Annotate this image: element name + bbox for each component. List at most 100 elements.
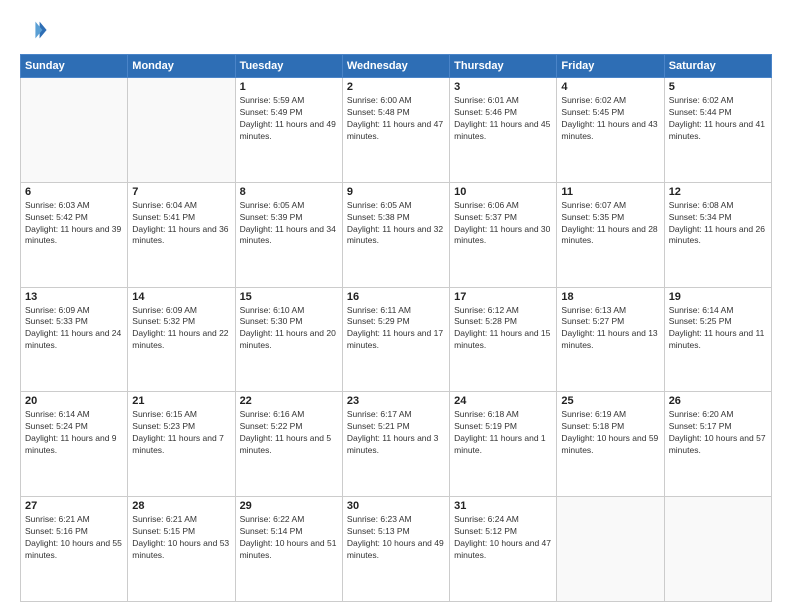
- day-number: 31: [454, 500, 552, 512]
- day-number: 5: [669, 81, 767, 93]
- day-number: 16: [347, 291, 445, 303]
- day-info: Sunrise: 6:11 AM Sunset: 5:29 PM Dayligh…: [347, 305, 445, 353]
- calendar-cell: 20Sunrise: 6:14 AM Sunset: 5:24 PM Dayli…: [21, 392, 128, 497]
- day-number: 17: [454, 291, 552, 303]
- day-number: 12: [669, 186, 767, 198]
- calendar-cell: 1 Sunrise: 5:59 AM Sunset: 5:49 PM Daylig…: [235, 78, 342, 183]
- day-number: 18: [561, 291, 659, 303]
- calendar-table: SundayMondayTuesdayWednesdayThursdayFrid…: [20, 54, 772, 602]
- calendar-cell: 29 Sunrise: 6:22 AM Sunset: 5:14 PM Dayli…: [235, 497, 342, 602]
- day-number: 6: [25, 186, 123, 198]
- calendar-cell: [664, 497, 771, 602]
- day-info: Sunrise: 6:24 AM Sunset: 5:12 PM Dayligh…: [454, 514, 552, 562]
- calendar-cell: 2Sunrise: 6:00 AM Sunset: 5:48 PM Daylig…: [342, 78, 449, 183]
- week-row-4: 20Sunrise: 6:14 AM Sunset: 5:24 PM Dayli…: [21, 392, 772, 497]
- weekday-header-sunday: Sunday: [21, 55, 128, 78]
- day-info: Sunrise: 6:02 AM Sunset: 5:44 PM Dayligh…: [669, 95, 767, 143]
- calendar-cell: 17 Sunrise: 6:12 AM Sunset: 5:28 PM Dayli…: [450, 287, 557, 392]
- calendar-cell: 8Sunrise: 6:05 AM Sunset: 5:39 PM Daylig…: [235, 182, 342, 287]
- calendar-cell: 16 Sunrise: 6:11 AM Sunset: 5:29 PM Dayli…: [342, 287, 449, 392]
- day-info: Sunrise: 6:04 AM Sunset: 5:41 PM Dayligh…: [132, 200, 230, 248]
- day-number: 10: [454, 186, 552, 198]
- day-number: 23: [347, 395, 445, 407]
- calendar-cell: 19 Sunrise: 6:14 AM Sunset: 5:25 PM Dayli…: [664, 287, 771, 392]
- day-number: 24: [454, 395, 552, 407]
- day-number: 3: [454, 81, 552, 93]
- calendar-cell: 24 Sunrise: 6:18 AM Sunset: 5:19 PM Dayli…: [450, 392, 557, 497]
- day-number: 22: [240, 395, 338, 407]
- weekday-header-monday: Monday: [128, 55, 235, 78]
- day-info: Sunrise: 6:22 AM Sunset: 5:14 PM Dayligh…: [240, 514, 338, 562]
- day-info: Sunrise: 6:08 AM Sunset: 5:34 PM Dayligh…: [669, 200, 767, 248]
- day-info: Sunrise: 6:14 AM Sunset: 5:25 PM Dayligh…: [669, 305, 767, 353]
- weekday-header-wednesday: Wednesday: [342, 55, 449, 78]
- day-info: Sunrise: 6:01 AM Sunset: 5:46 PM Dayligh…: [454, 95, 552, 143]
- page: SundayMondayTuesdayWednesdayThursdayFrid…: [0, 0, 792, 612]
- week-row-5: 27Sunrise: 6:21 AM Sunset: 5:16 PM Dayli…: [21, 497, 772, 602]
- day-info: Sunrise: 6:16 AM Sunset: 5:22 PM Dayligh…: [240, 409, 338, 457]
- header: [20, 16, 772, 44]
- day-number: 21: [132, 395, 230, 407]
- calendar-cell: [128, 78, 235, 183]
- calendar-cell: 30 Sunrise: 6:23 AM Sunset: 5:13 PM Dayli…: [342, 497, 449, 602]
- logo-icon: [20, 16, 48, 44]
- calendar-cell: [557, 497, 664, 602]
- calendar-cell: 22 Sunrise: 6:16 AM Sunset: 5:22 PM Dayli…: [235, 392, 342, 497]
- calendar-cell: 11 Sunrise: 6:07 AM Sunset: 5:35 PM Dayli…: [557, 182, 664, 287]
- calendar-cell: 15 Sunrise: 6:10 AM Sunset: 5:30 PM Dayli…: [235, 287, 342, 392]
- calendar-cell: 26 Sunrise: 6:20 AM Sunset: 5:17 PM Dayli…: [664, 392, 771, 497]
- day-info: Sunrise: 6:09 AM Sunset: 5:33 PM Dayligh…: [25, 305, 123, 353]
- day-number: 28: [132, 500, 230, 512]
- calendar-cell: 3 Sunrise: 6:01 AM Sunset: 5:46 PM Daylig…: [450, 78, 557, 183]
- day-number: 1: [240, 81, 338, 93]
- calendar-cell: 13 Sunrise: 6:09 AM Sunset: 5:33 PM Dayli…: [21, 287, 128, 392]
- calendar-cell: 21 Sunrise: 6:15 AM Sunset: 5:23 PM Dayli…: [128, 392, 235, 497]
- logo: [20, 16, 52, 44]
- day-info: Sunrise: 6:12 AM Sunset: 5:28 PM Dayligh…: [454, 305, 552, 353]
- day-info: Sunrise: 6:17 AM Sunset: 5:21 PM Dayligh…: [347, 409, 445, 457]
- day-number: 30: [347, 500, 445, 512]
- week-row-2: 6Sunrise: 6:03 AM Sunset: 5:42 PM Daylig…: [21, 182, 772, 287]
- day-info: Sunrise: 6:05 AM Sunset: 5:38 PM Dayligh…: [347, 200, 445, 248]
- calendar-cell: 28 Sunrise: 6:21 AM Sunset: 5:15 PM Dayli…: [128, 497, 235, 602]
- day-info: Sunrise: 5:59 AM Sunset: 5:49 PM Dayligh…: [240, 95, 338, 143]
- day-number: 8: [240, 186, 338, 198]
- day-info: Sunrise: 6:07 AM Sunset: 5:35 PM Dayligh…: [561, 200, 659, 248]
- day-info: Sunrise: 6:10 AM Sunset: 5:30 PM Dayligh…: [240, 305, 338, 353]
- weekday-header-thursday: Thursday: [450, 55, 557, 78]
- calendar-cell: 6Sunrise: 6:03 AM Sunset: 5:42 PM Daylig…: [21, 182, 128, 287]
- calendar-cell: 31 Sunrise: 6:24 AM Sunset: 5:12 PM Dayli…: [450, 497, 557, 602]
- day-info: Sunrise: 6:14 AM Sunset: 5:24 PM Dayligh…: [25, 409, 123, 457]
- day-number: 13: [25, 291, 123, 303]
- calendar-cell: [21, 78, 128, 183]
- calendar-cell: 9 Sunrise: 6:05 AM Sunset: 5:38 PM Daylig…: [342, 182, 449, 287]
- calendar-cell: 7Sunrise: 6:04 AM Sunset: 5:41 PM Daylig…: [128, 182, 235, 287]
- day-number: 29: [240, 500, 338, 512]
- day-info: Sunrise: 6:21 AM Sunset: 5:15 PM Dayligh…: [132, 514, 230, 562]
- day-info: Sunrise: 6:06 AM Sunset: 5:37 PM Dayligh…: [454, 200, 552, 248]
- calendar-cell: 12 Sunrise: 6:08 AM Sunset: 5:34 PM Dayli…: [664, 182, 771, 287]
- week-row-1: 1 Sunrise: 5:59 AM Sunset: 5:49 PM Daylig…: [21, 78, 772, 183]
- day-info: Sunrise: 6:02 AM Sunset: 5:45 PM Dayligh…: [561, 95, 659, 143]
- calendar-cell: 18 Sunrise: 6:13 AM Sunset: 5:27 PM Dayli…: [557, 287, 664, 392]
- day-number: 27: [25, 500, 123, 512]
- day-info: Sunrise: 6:19 AM Sunset: 5:18 PM Dayligh…: [561, 409, 659, 457]
- week-row-3: 13 Sunrise: 6:09 AM Sunset: 5:33 PM Dayli…: [21, 287, 772, 392]
- calendar-cell: 23 Sunrise: 6:17 AM Sunset: 5:21 PM Dayli…: [342, 392, 449, 497]
- day-number: 26: [669, 395, 767, 407]
- calendar-cell: 25Sunrise: 6:19 AM Sunset: 5:18 PM Dayli…: [557, 392, 664, 497]
- day-info: Sunrise: 6:20 AM Sunset: 5:17 PM Dayligh…: [669, 409, 767, 457]
- day-info: Sunrise: 6:18 AM Sunset: 5:19 PM Dayligh…: [454, 409, 552, 457]
- day-info: Sunrise: 6:13 AM Sunset: 5:27 PM Dayligh…: [561, 305, 659, 353]
- calendar-cell: 10 Sunrise: 6:06 AM Sunset: 5:37 PM Dayli…: [450, 182, 557, 287]
- day-number: 11: [561, 186, 659, 198]
- calendar-cell: 27Sunrise: 6:21 AM Sunset: 5:16 PM Dayli…: [21, 497, 128, 602]
- day-number: 2: [347, 81, 445, 93]
- day-number: 19: [669, 291, 767, 303]
- day-info: Sunrise: 6:15 AM Sunset: 5:23 PM Dayligh…: [132, 409, 230, 457]
- day-number: 9: [347, 186, 445, 198]
- day-number: 15: [240, 291, 338, 303]
- day-number: 14: [132, 291, 230, 303]
- weekday-header-row: SundayMondayTuesdayWednesdayThursdayFrid…: [21, 55, 772, 78]
- day-info: Sunrise: 6:23 AM Sunset: 5:13 PM Dayligh…: [347, 514, 445, 562]
